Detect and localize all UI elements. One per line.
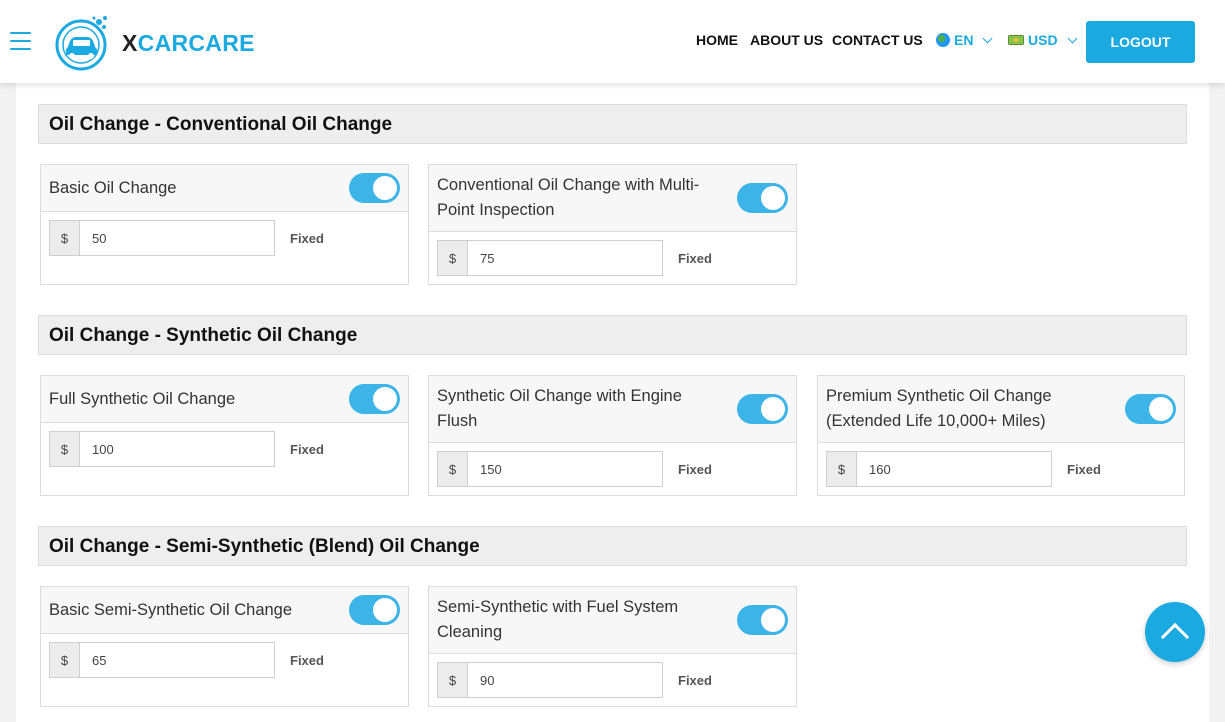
service-card-header: Full Synthetic Oil Change [41, 376, 408, 423]
nav-contact-link[interactable]: CONTACT US [832, 32, 923, 48]
enable-toggle[interactable] [737, 183, 788, 213]
service-card: Premium Synthetic Oil Change (Extended L… [817, 375, 1185, 496]
price-type: Fixed [678, 250, 712, 266]
chevron-down-icon [983, 33, 993, 44]
price-input[interactable] [467, 451, 663, 487]
price-type: Fixed [1067, 461, 1101, 477]
price-input[interactable] [79, 431, 275, 467]
section-title: Oil Change - Synthetic Oil Change [38, 315, 1187, 355]
service-card: Basic Semi-Synthetic Oil Change $ Fixed [40, 586, 409, 707]
service-card-header: Semi-Synthetic with Fuel System Cleaning [429, 587, 796, 654]
chevron-up-icon [1160, 622, 1190, 652]
enable-toggle[interactable] [349, 173, 400, 203]
price-input[interactable] [467, 662, 663, 698]
price-row: $ Fixed [826, 451, 1101, 487]
price-row: $ Fixed [49, 431, 324, 467]
price-row: $ Fixed [49, 220, 324, 256]
currency-symbol: $ [826, 451, 856, 487]
enable-toggle[interactable] [349, 595, 400, 625]
currency-symbol: $ [49, 220, 79, 256]
brand-name[interactable]: XCARCARE [122, 30, 255, 57]
service-name: Semi-Synthetic with Fuel System Cleaning [437, 598, 679, 641]
price-input[interactable] [467, 240, 663, 276]
currency-symbol: $ [437, 451, 467, 487]
service-name: Synthetic Oil Change with Engine Flush [437, 387, 682, 430]
hamburger-menu-icon[interactable] [10, 32, 31, 50]
currency-selector[interactable]: USD [1008, 32, 1078, 48]
enable-toggle[interactable] [737, 605, 788, 635]
currency-code: USD [1028, 32, 1058, 48]
price-row: $ Fixed [437, 662, 712, 698]
price-type: Fixed [290, 441, 324, 457]
enable-toggle[interactable] [1125, 394, 1176, 424]
service-card-header: Premium Synthetic Oil Change (Extended L… [818, 376, 1184, 443]
service-card-header: Basic Semi-Synthetic Oil Change [41, 587, 408, 634]
price-row: $ Fixed [49, 642, 324, 678]
service-card: Basic Oil Change $ Fixed [40, 164, 409, 285]
scroll-to-top-button[interactable] [1145, 602, 1205, 662]
section-title: Oil Change - Conventional Oil Change [38, 104, 1187, 144]
enable-toggle[interactable] [737, 394, 788, 424]
currency-symbol: $ [49, 431, 79, 467]
price-type: Fixed [290, 230, 324, 246]
service-name: Premium Synthetic Oil Change (Extended L… [826, 387, 1052, 430]
service-card: Semi-Synthetic with Fuel System Cleaning… [428, 586, 797, 707]
language-selector[interactable]: EN [936, 32, 993, 48]
nav-home-link[interactable]: HOME [696, 32, 738, 48]
price-input[interactable] [79, 642, 275, 678]
service-card-header: Conventional Oil Change with Multi-Point… [429, 165, 796, 232]
service-name: Basic Semi-Synthetic Oil Change [49, 600, 293, 619]
service-card-header: Synthetic Oil Change with Engine Flush [429, 376, 796, 443]
price-row: $ Fixed [437, 451, 712, 487]
nav-about-link[interactable]: ABOUT US [750, 32, 823, 48]
logout-button[interactable]: LOGOUT [1086, 21, 1195, 63]
price-input[interactable] [856, 451, 1052, 487]
price-type: Fixed [678, 461, 712, 477]
price-input[interactable] [79, 220, 275, 256]
service-card-header: Basic Oil Change [41, 165, 408, 212]
service-card: Conventional Oil Change with Multi-Point… [428, 164, 797, 285]
car-wash-logo-icon[interactable] [54, 14, 112, 72]
service-name: Conventional Oil Change with Multi-Point… [437, 176, 700, 219]
price-type: Fixed [290, 652, 324, 668]
service-name: Full Synthetic Oil Change [49, 389, 236, 408]
price-row: $ Fixed [437, 240, 712, 276]
currency-symbol: $ [49, 642, 79, 678]
money-icon [1008, 35, 1024, 45]
globe-icon [936, 33, 950, 47]
service-name: Basic Oil Change [49, 178, 177, 197]
enable-toggle[interactable] [349, 384, 400, 414]
service-card: Synthetic Oil Change with Engine Flush $… [428, 375, 797, 496]
currency-symbol: $ [437, 240, 467, 276]
price-type: Fixed [678, 672, 712, 688]
section-title: Oil Change - Semi-Synthetic (Blend) Oil … [38, 526, 1187, 566]
currency-symbol: $ [437, 662, 467, 698]
chevron-down-icon [1067, 33, 1078, 44]
service-card: Full Synthetic Oil Change $ Fixed [40, 375, 409, 496]
top-navbar: XCARCARE HOME ABOUT US CONTACT US EN USD… [0, 0, 1225, 83]
language-code: EN [954, 32, 974, 48]
